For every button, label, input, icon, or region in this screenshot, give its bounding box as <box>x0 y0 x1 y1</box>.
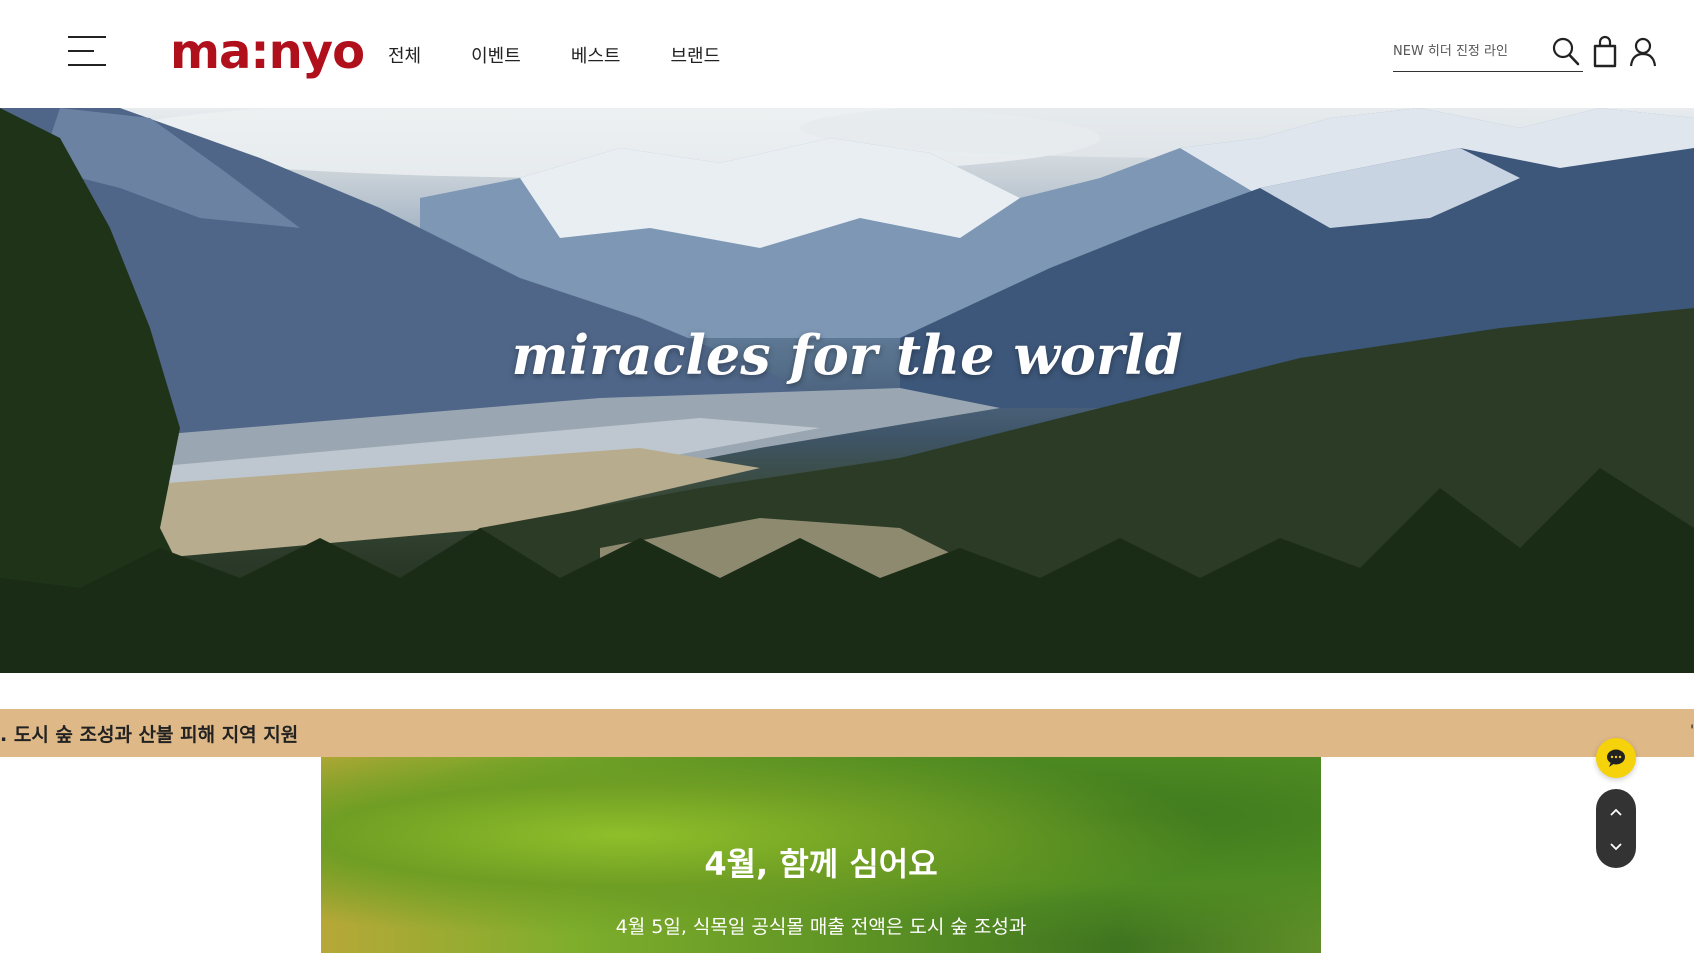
brand-logo[interactable]: ma:nyo <box>170 22 365 82</box>
mountain-landscape-image <box>0 108 1694 673</box>
ticker-text: . 도시 숲 조성과 산불 피해 지역 지원 <box>0 724 299 746</box>
hero-banner[interactable]: miracles for the world <box>0 108 1694 673</box>
announcement-ticker[interactable]: . 도시 숲 조성과 산불 피해 지역 지원 ' <box>0 709 1694 757</box>
ticker-edge-glyph: ' <box>1690 723 1694 739</box>
nav-item-best[interactable]: 베스트 <box>571 42 621 68</box>
nav-item-all[interactable]: 전체 <box>388 42 421 68</box>
nav-item-brand[interactable]: 브랜드 <box>671 42 721 68</box>
menu-icon[interactable] <box>68 36 106 66</box>
campaign-title: 4월, 함께 심어요 <box>704 845 938 883</box>
hero-tagline: miracles for the world <box>511 323 1183 387</box>
search-input[interactable] <box>1393 38 1543 64</box>
user-icon[interactable] <box>1627 35 1659 69</box>
shopping-bag-icon[interactable] <box>1589 35 1621 69</box>
chat-icon[interactable] <box>1596 738 1636 778</box>
chevron-down-icon[interactable] <box>1596 829 1636 867</box>
search-icon[interactable] <box>1551 35 1583 69</box>
chevron-up-icon[interactable] <box>1596 793 1636 831</box>
nav-item-events[interactable]: 이벤트 <box>471 42 521 68</box>
site-header: ma:nyo 전체 이벤트 베스트 브랜드 <box>0 0 1694 108</box>
scroll-control <box>1596 789 1636 868</box>
main-nav: 전체 이벤트 베스트 브랜드 <box>388 42 720 68</box>
campaign-card[interactable]: 4월, 함께 심어요 4월 5일, 식목일 공식몰 매출 전액은 도시 숲 조성… <box>321 757 1321 953</box>
campaign-description: 4월 5일, 식목일 공식몰 매출 전액은 도시 숲 조성과 <box>615 916 1027 938</box>
